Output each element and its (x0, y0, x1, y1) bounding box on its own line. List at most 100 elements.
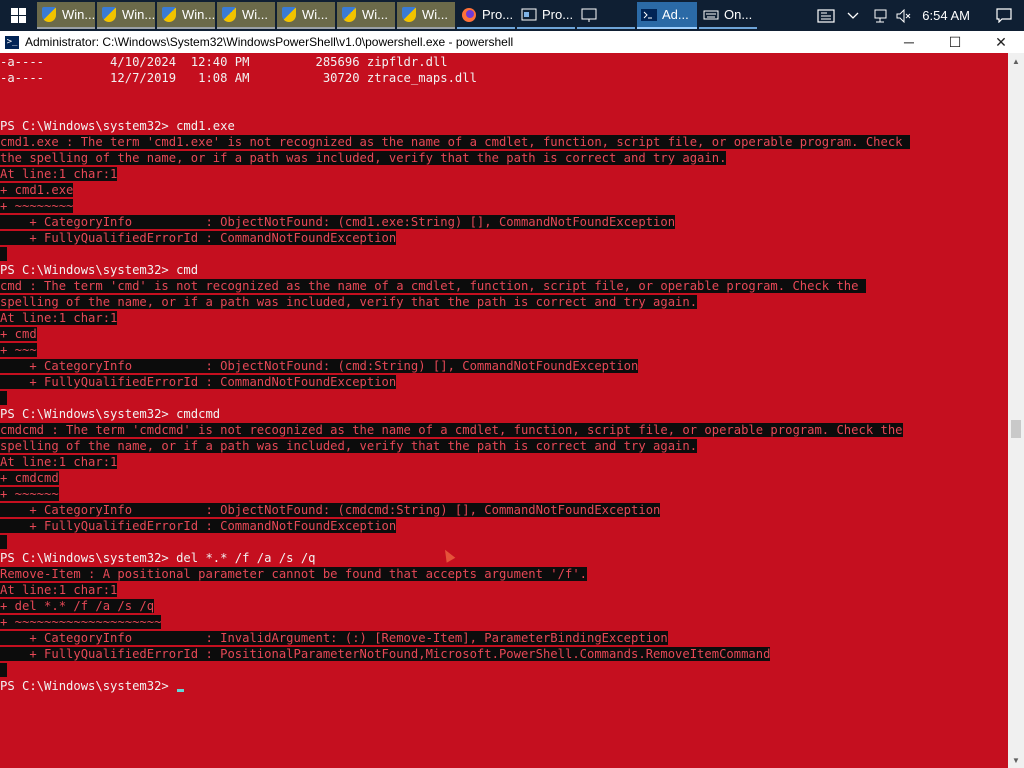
window-titlebar[interactable]: >_ Administrator: C:\Windows\System32\Wi… (0, 31, 1024, 53)
maximize-button[interactable]: ☐ (932, 31, 978, 53)
console-line (0, 534, 910, 550)
taskbar-button-0[interactable]: Win... (37, 2, 95, 29)
console-line: + CategoryInfo : ObjectNotFound: (cmdcmd… (0, 502, 910, 518)
taskbar-button-7[interactable]: Pro... (457, 2, 515, 29)
notification-icon[interactable] (984, 0, 1024, 31)
error-text (0, 391, 8, 405)
taskbar-button-6[interactable]: Wi... (397, 2, 455, 29)
console-text: PS C:\Windows\system32> cmd (0, 263, 199, 277)
error-text: + FullyQualifiedErrorId : PositionalPara… (0, 647, 771, 661)
powershell-icon[interactable]: >_ (5, 35, 19, 49)
console-line: + cmd1.exe (0, 182, 910, 198)
console-output: -a---- 4/10/2024 12:40 PM 285696 zipfldr… (0, 54, 910, 694)
news-icon[interactable] (814, 0, 838, 31)
console-line: + FullyQualifiedErrorId : CommandNotFoun… (0, 230, 910, 246)
system-tray: 6:54 AM (814, 0, 1024, 31)
close-button[interactable]: ✕ (978, 31, 1024, 53)
taskbar-button-label: Win... (122, 7, 155, 22)
error-text: Remove-Item : A positional parameter can… (0, 567, 587, 581)
shield-icon (221, 7, 237, 23)
start-button[interactable] (0, 0, 36, 31)
console-line: PS C:\Windows\system32> cmd1.exe (0, 118, 910, 134)
taskbar-button-4[interactable]: Wi... (277, 2, 335, 29)
console-line: + cmd (0, 326, 910, 342)
console-line: At line:1 char:1 (0, 454, 910, 470)
taskbar-button-label: Pro... (482, 7, 514, 22)
console-line: spelling of the name, or if a path was i… (0, 438, 910, 454)
monitor-icon (581, 7, 597, 23)
taskbar-button-2[interactable]: Win... (157, 2, 215, 29)
console-line: At line:1 char:1 (0, 166, 910, 182)
console-line: + FullyQualifiedErrorId : CommandNotFoun… (0, 518, 910, 534)
console-text: -a---- 12/7/2019 1:08 AM 30720 ztrace_ma… (0, 71, 477, 85)
taskbar-clock[interactable]: 6:54 AM (916, 8, 984, 23)
error-text (0, 663, 8, 677)
taskbar-button-label: Win... (62, 7, 95, 22)
volume-muted-icon[interactable] (892, 0, 916, 31)
console-line: + CategoryInfo : ObjectNotFound: (cmd:St… (0, 358, 910, 374)
scroll-down-icon[interactable]: ▼ (1008, 752, 1024, 768)
scroll-up-icon[interactable]: ▲ (1008, 53, 1024, 69)
console-line: cmd1.exe : The term 'cmd1.exe' is not re… (0, 134, 910, 150)
console-line: At line:1 char:1 (0, 582, 910, 598)
network-icon[interactable] (868, 0, 892, 31)
keyboard-icon (703, 7, 719, 23)
shield-icon (401, 7, 417, 23)
error-text: the spelling of the name, or if a path w… (0, 151, 727, 165)
error-text: + FullyQualifiedErrorId : CommandNotFoun… (0, 375, 397, 389)
taskbar: Win... Win... Win... Wi... Wi... Wi... Wi... Pr… (0, 0, 1024, 31)
error-text: cmdcmd : The term 'cmdcmd' is not recogn… (0, 423, 903, 437)
taskbar-button-label: Wi... (362, 7, 388, 22)
console-line: + FullyQualifiedErrorId : PositionalPara… (0, 646, 910, 662)
taskbar-button-1[interactable]: Win... (97, 2, 155, 29)
taskbar-button-8[interactable]: Pro... (517, 2, 575, 29)
taskbar-button-9[interactable] (577, 2, 635, 29)
taskbar-button-label: On... (724, 7, 753, 22)
console-line: PS C:\Windows\system32> (0, 678, 910, 694)
console-line: + ~~~~~~~~~~~~~~~~~~~~ (0, 614, 910, 630)
taskbar-button-label: Wi... (302, 7, 328, 22)
error-text: + del *.* /f /a /s /q (0, 599, 155, 613)
console-line: + cmdcmd (0, 470, 910, 486)
error-text: + CategoryInfo : ObjectNotFound: (cmd1.e… (0, 215, 676, 229)
error-text: + cmdcmd (0, 471, 59, 485)
powershell-icon (641, 7, 657, 23)
console-text: PS C:\Windows\system32> cmd1.exe (0, 119, 235, 133)
console-line: PS C:\Windows\system32> cmdcmd (0, 406, 910, 422)
scrollbar-thumb[interactable] (1011, 420, 1021, 438)
window-title: Administrator: C:\Windows\System32\Windo… (25, 35, 514, 49)
chevron-up-icon[interactable] (838, 0, 868, 31)
error-text: + CategoryInfo : ObjectNotFound: (cmdcmd… (0, 503, 661, 517)
console-area[interactable]: -a---- 4/10/2024 12:40 PM 285696 zipfldr… (0, 53, 1008, 768)
console-line: the spelling of the name, or if a path w… (0, 150, 910, 166)
taskbar-button-10[interactable]: Ad... (637, 2, 697, 29)
taskbar-button-5[interactable]: Wi... (337, 2, 395, 29)
error-text: cmd : The term 'cmd' is not recognized a… (0, 279, 866, 293)
text-cursor (177, 689, 185, 692)
console-line: spelling of the name, or if a path was i… (0, 294, 910, 310)
taskbar-button-11[interactable]: On... (699, 2, 757, 29)
console-text: -a---- 4/10/2024 12:40 PM 285696 zipfldr… (0, 55, 448, 69)
console-text: PS C:\Windows\system32> (0, 679, 177, 693)
console-line: + ~~~~~~~~ (0, 198, 910, 214)
console-line: cmd : The term 'cmd' is not recognized a… (0, 278, 910, 294)
console-line: PS C:\Windows\system32> cmd (0, 262, 910, 278)
windows-logo-icon (10, 8, 26, 23)
error-text: + CategoryInfo : InvalidArgument: (:) [R… (0, 631, 668, 645)
shield-icon (161, 7, 177, 23)
minimize-button[interactable]: ─ (886, 31, 932, 53)
error-text: spelling of the name, or if a path was i… (0, 295, 698, 309)
console-line: + CategoryInfo : InvalidArgument: (:) [R… (0, 630, 910, 646)
vertical-scrollbar[interactable]: ▲ ▼ (1008, 53, 1024, 768)
taskbar-button-3[interactable]: Wi... (217, 2, 275, 29)
error-text (0, 535, 8, 549)
console-line: + ~~~~~~ (0, 486, 910, 502)
error-text: + ~~~~~~ (0, 487, 59, 501)
taskbar-button-label: Wi... (422, 7, 448, 22)
error-text: cmd1.exe : The term 'cmd1.exe' is not re… (0, 135, 910, 149)
shield-icon (281, 7, 297, 23)
process-icon (521, 7, 537, 23)
error-text: + ~~~~~~~~~~~~~~~~~~~~ (0, 615, 162, 629)
